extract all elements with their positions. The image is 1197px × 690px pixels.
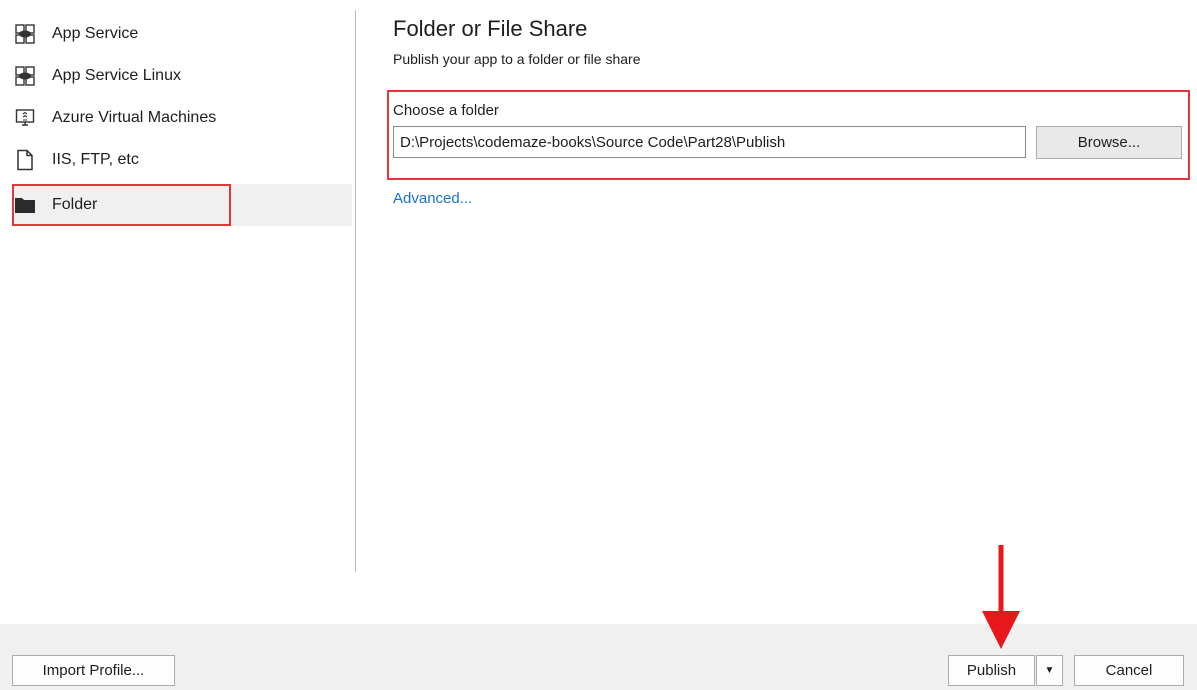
publish-button[interactable]: Publish bbox=[948, 655, 1035, 686]
choose-folder-label: Choose a folder bbox=[393, 102, 499, 119]
folder-icon bbox=[14, 194, 36, 216]
advanced-link[interactable]: Advanced... bbox=[393, 190, 472, 207]
sidebar-item-app-service-linux[interactable]: App Service Linux bbox=[12, 56, 352, 96]
file-icon bbox=[14, 149, 36, 171]
sidebar-item-app-service[interactable]: App Service bbox=[12, 14, 352, 54]
sidebar-item-label: IIS, FTP, etc bbox=[52, 151, 139, 168]
page-title: Folder or File Share bbox=[393, 16, 588, 41]
sidebar-item-label: App Service bbox=[52, 25, 139, 42]
folder-path-input[interactable] bbox=[393, 126, 1026, 158]
cancel-button[interactable]: Cancel bbox=[1074, 655, 1184, 686]
app-service-icon bbox=[14, 23, 36, 45]
publish-target-sidebar: App Service App Service Linux Azure Virt… bbox=[0, 0, 356, 575]
sidebar-item-label: App Service Linux bbox=[52, 67, 181, 84]
app-service-linux-icon bbox=[14, 65, 36, 87]
import-profile-button[interactable]: Import Profile... bbox=[12, 655, 175, 686]
sidebar-item-label: Folder bbox=[52, 196, 98, 213]
sidebar-item-folder[interactable]: Folder bbox=[12, 184, 352, 226]
publish-dropdown-button[interactable]: ▼ bbox=[1036, 655, 1063, 686]
sidebar-item-label: Azure Virtual Machines bbox=[52, 109, 217, 126]
browse-button[interactable]: Browse... bbox=[1036, 126, 1182, 159]
virtual-machine-icon bbox=[14, 107, 36, 129]
sidebar-item-azure-virtual-machines[interactable]: Azure Virtual Machines bbox=[12, 98, 352, 138]
sidebar-divider bbox=[355, 10, 356, 572]
page-subtitle: Publish your app to a folder or file sha… bbox=[393, 51, 641, 67]
sidebar-item-iis-ftp[interactable]: IIS, FTP, etc bbox=[12, 140, 352, 180]
